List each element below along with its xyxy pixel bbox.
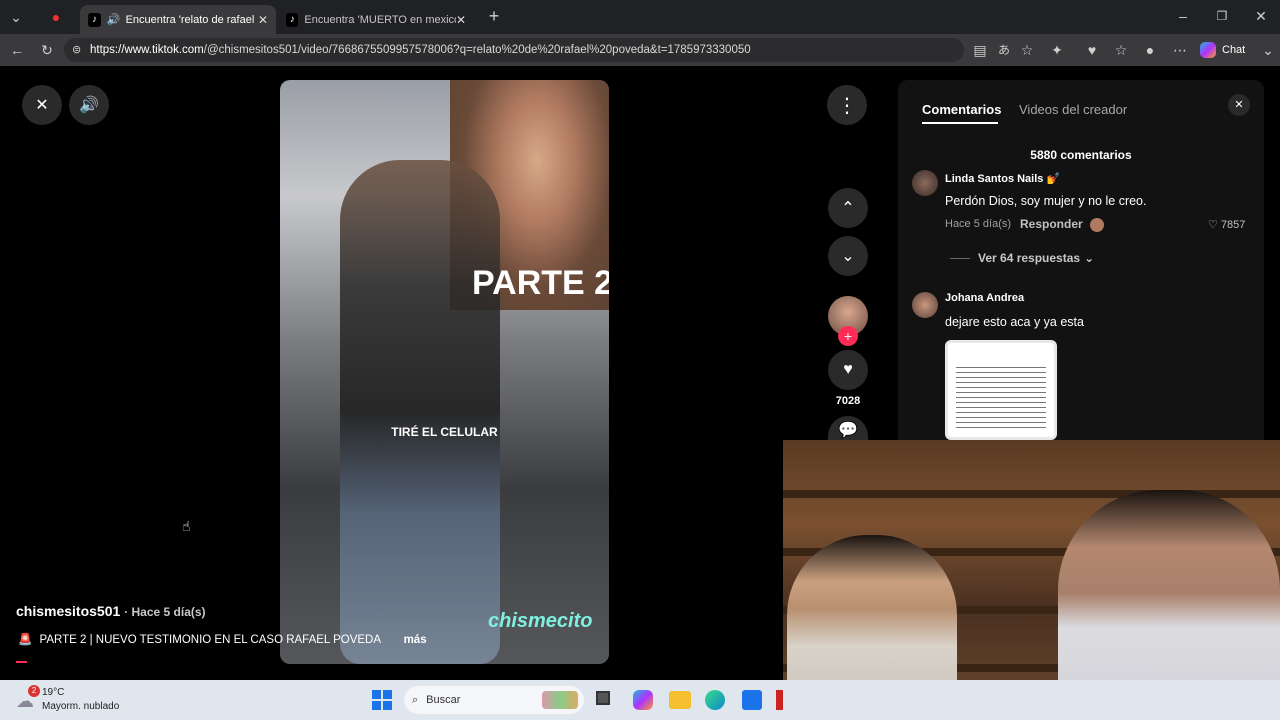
woman-figure bbox=[340, 160, 500, 664]
like-count: 7028 bbox=[835, 395, 861, 407]
weather-widget[interactable]: ☁ 2 19°C Mayorm. nublado bbox=[14, 685, 134, 715]
translate-icon[interactable]: あ bbox=[994, 40, 1014, 60]
comment-text: dejare esto aca y ya esta bbox=[945, 315, 1084, 329]
close-video-button[interactable]: ✕ bbox=[22, 85, 62, 125]
follow-plus-icon[interactable]: + bbox=[838, 326, 858, 346]
browser-essentials-icon[interactable]: ♥ bbox=[1082, 40, 1102, 60]
video-player[interactable]: PARTE 2 TIRÉ EL CELULAR chismecito bbox=[280, 80, 609, 664]
comments-count: 5880 comentarios bbox=[1030, 148, 1132, 162]
post-description: 🚨 PARTE 2 | NUEVO TESTIMONIO EN EL CASO … bbox=[18, 634, 427, 646]
store-icon[interactable] bbox=[742, 690, 762, 710]
tiktok-icon: ♪ bbox=[88, 12, 101, 27]
tab-tiktok-muerto[interactable]: ♪ Encuentra 'MUERTO en mexico en ✕ bbox=[278, 5, 474, 34]
comment-username[interactable]: Johana Andrea bbox=[945, 292, 1024, 304]
reader-view-icon[interactable]: ▤ bbox=[970, 40, 990, 60]
tiktok-icon: ♪ bbox=[286, 12, 299, 27]
screenshot-text-lines bbox=[956, 367, 1046, 431]
back-icon[interactable]: ← bbox=[7, 40, 27, 60]
youtube-tab-icon[interactable]: ● bbox=[46, 7, 66, 27]
windows-taskbar: ☁ 2 19°C Mayorm. nublado ⌕ Buscar bbox=[0, 680, 1280, 720]
profile-avatar-icon[interactable]: ● bbox=[1140, 40, 1160, 60]
video-title-overlay: PARTE 2 bbox=[472, 264, 609, 302]
comment-text: Perdón Dios, soy mujer y no le creo. bbox=[945, 194, 1147, 208]
favorites-icon[interactable]: ☆ bbox=[1111, 40, 1131, 60]
mute-button[interactable]: 🔊 bbox=[69, 85, 109, 125]
tab-tiktok-relato[interactable]: ♪ 🔊 Encuentra 'relato de rafael po ✕ bbox=[80, 5, 276, 34]
comment-icon[interactable]: 💬 bbox=[828, 416, 868, 440]
browser-tab-bar: ⌄ ● ♪ 🔊 Encuentra 'relato de rafael po ✕… bbox=[0, 0, 1280, 34]
post-username[interactable]: chismesitos501 · Hace 5 día(s) bbox=[16, 603, 206, 619]
address-bar: ← ↻ ⊜ https://www.tiktok.com/@chismesito… bbox=[0, 34, 1280, 66]
comment-username[interactable]: Linda Santos Nails 💅 bbox=[945, 172, 1060, 185]
weather-temp: 19°C bbox=[42, 687, 65, 698]
comment-time: Hace 5 día(s) bbox=[945, 218, 1012, 230]
url-field[interactable]: ⊜ https://www.tiktok.com/@chismesitos501… bbox=[64, 38, 964, 62]
copilot-chat-button[interactable]: Chat bbox=[1200, 40, 1245, 60]
minimize-icon[interactable]: – bbox=[1173, 6, 1193, 26]
tab-comments-underline bbox=[922, 122, 998, 124]
file-explorer-icon[interactable] bbox=[669, 691, 691, 709]
app-icon-red[interactable] bbox=[776, 690, 783, 710]
start-windows-icon[interactable] bbox=[372, 690, 392, 710]
divider-line bbox=[950, 257, 970, 259]
comment-like[interactable]: ♡ 7857 bbox=[1208, 218, 1245, 231]
favorite-star-icon[interactable]: ☆ bbox=[1017, 40, 1037, 60]
previous-video-button[interactable]: ⌃ bbox=[828, 188, 868, 228]
video-caption: TIRÉ EL CELULAR bbox=[391, 425, 498, 439]
comment-avatar[interactable] bbox=[912, 292, 938, 318]
reply-button[interactable]: Responder bbox=[1020, 217, 1083, 231]
notification-badge: 2 bbox=[28, 685, 40, 697]
speaker-icon: 🔊 bbox=[106, 14, 121, 26]
new-tab-icon[interactable]: + bbox=[484, 6, 504, 26]
creator-liked-avatar bbox=[1090, 218, 1104, 232]
siren-icon: 🚨 bbox=[18, 634, 33, 646]
view-replies-button[interactable]: Ver 64 respuestas ⌄ bbox=[950, 251, 1094, 265]
copilot-app-icon[interactable] bbox=[633, 690, 653, 710]
comment-avatar[interactable] bbox=[912, 170, 938, 196]
close-tab-icon[interactable]: ✕ bbox=[258, 13, 268, 27]
restore-icon[interactable]: ❐ bbox=[1212, 6, 1232, 26]
tab-creator-videos[interactable]: Videos del creador bbox=[1019, 102, 1127, 117]
comment-screenshot-image[interactable] bbox=[945, 340, 1057, 440]
next-video-button[interactable]: ⌄ bbox=[828, 236, 868, 276]
search-icon: ⌕ bbox=[412, 693, 419, 706]
extensions-icon[interactable]: ✦ bbox=[1047, 40, 1067, 60]
more-options-button[interactable]: ⋮ bbox=[827, 85, 867, 125]
watermark-logo: chismecito bbox=[488, 610, 593, 632]
tab-comments[interactable]: Comentarios bbox=[922, 102, 1001, 117]
like-heart-icon[interactable]: ♥ bbox=[828, 350, 868, 390]
post-time: · Hace 5 día(s) bbox=[124, 605, 206, 619]
webcam-overlay bbox=[783, 440, 1280, 720]
more-menu-icon[interactable]: ⋯ bbox=[1170, 40, 1190, 60]
close-window-icon[interactable]: ✕ bbox=[1251, 6, 1271, 26]
chevron-down-icon[interactable]: ⌄ bbox=[1258, 40, 1278, 60]
mouse-cursor-icon: ☝ bbox=[182, 518, 191, 534]
more-link[interactable]: más bbox=[404, 634, 427, 646]
task-view-icon[interactable] bbox=[596, 691, 610, 705]
copilot-icon bbox=[1200, 42, 1216, 58]
edge-icon[interactable] bbox=[705, 690, 725, 710]
taskbar-search[interactable]: ⌕ Buscar bbox=[404, 686, 584, 714]
reload-icon[interactable]: ↻ bbox=[37, 40, 57, 60]
tab-list-icon[interactable]: ⌄ bbox=[6, 7, 26, 27]
chevron-down-icon: ⌄ bbox=[1084, 251, 1095, 265]
site-info-icon[interactable]: ⊜ bbox=[72, 38, 81, 62]
weather-desc: Mayorm. nublado bbox=[42, 701, 120, 712]
close-panel-icon[interactable]: ✕ bbox=[1228, 94, 1250, 116]
heart-outline-icon: ♡ bbox=[1208, 219, 1218, 231]
search-highlight-icon bbox=[542, 691, 578, 709]
video-progress-bar[interactable] bbox=[16, 661, 27, 663]
close-tab-icon[interactable]: ✕ bbox=[456, 13, 466, 27]
